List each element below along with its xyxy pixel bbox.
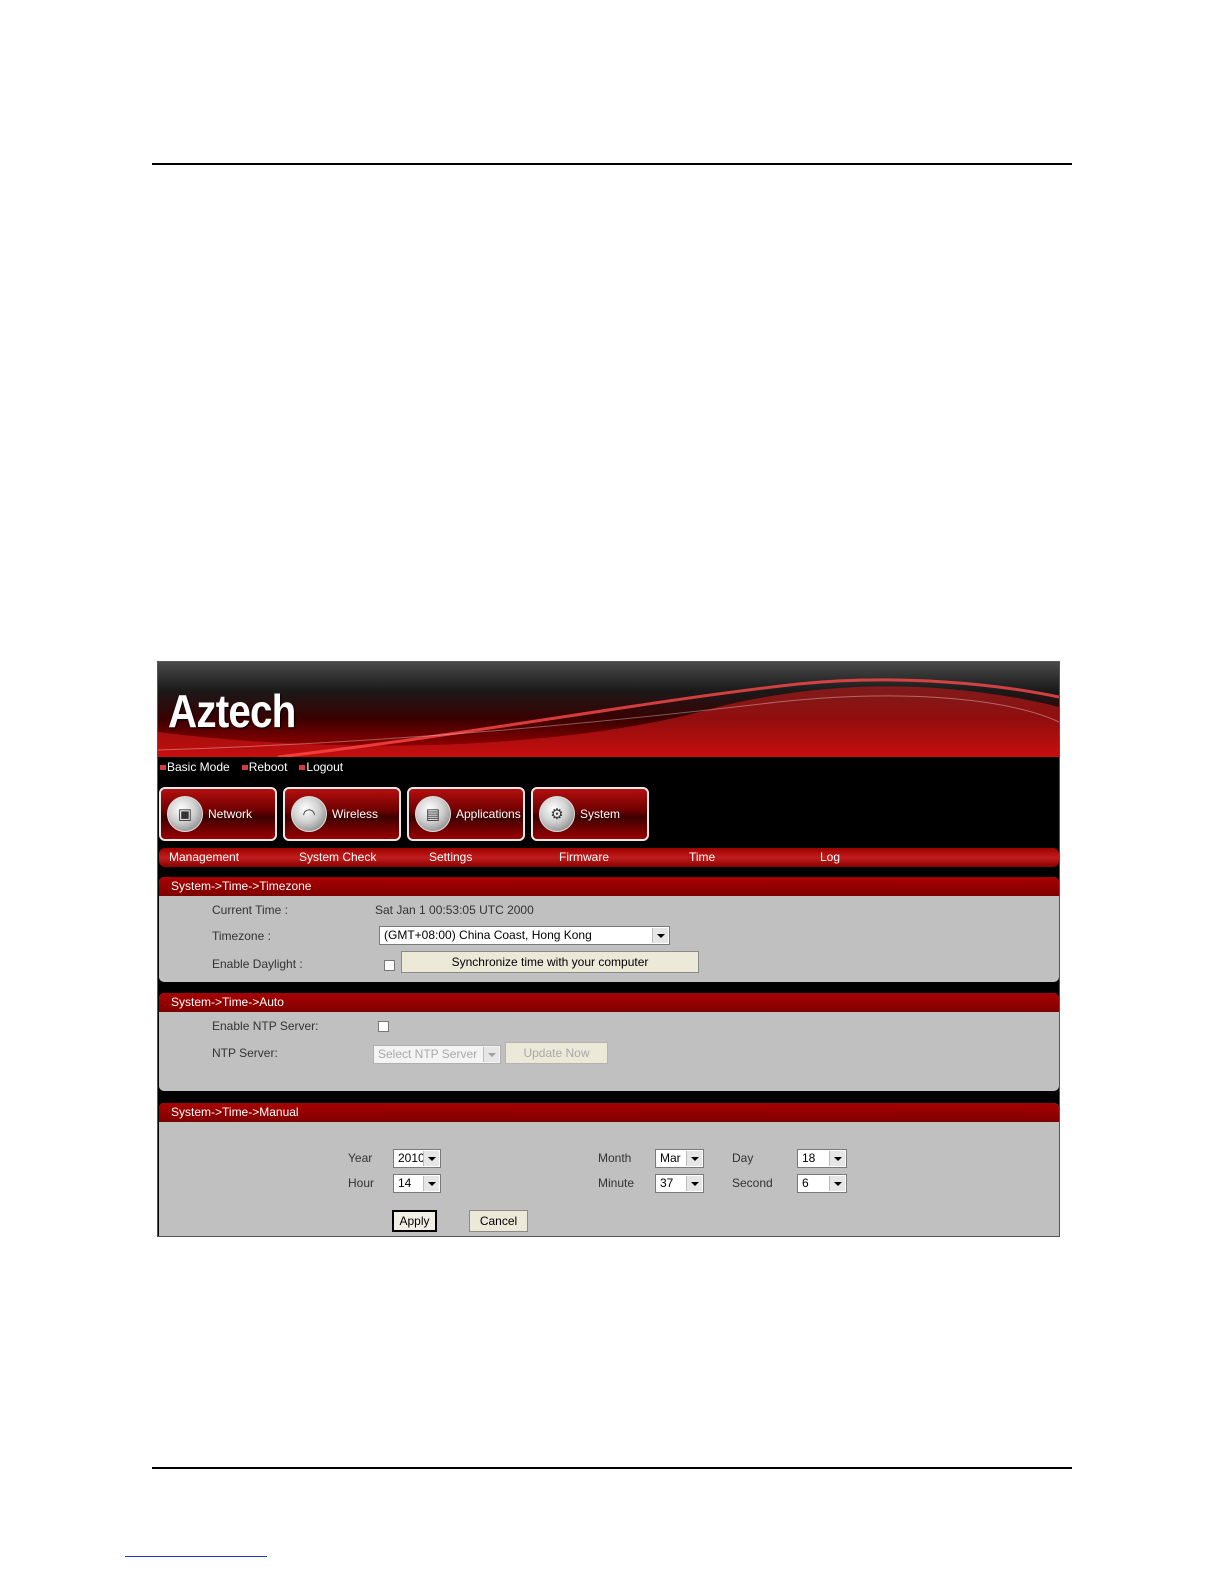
- top-links-bar: Basic Mode Reboot Logout: [160, 757, 343, 777]
- bullet-icon: [241, 764, 248, 770]
- header-banner: Aztech: [158, 662, 1059, 757]
- logout-link[interactable]: Logout: [299, 757, 343, 777]
- reboot-link[interactable]: Reboot: [241, 757, 287, 777]
- enable-daylight-checkbox[interactable]: [384, 960, 395, 971]
- second-label: Second: [732, 1176, 773, 1190]
- manual-section: System->Time->Manual Year 2010 Month Mar…: [159, 1103, 1059, 1236]
- auto-section: System->Time->Auto Enable NTP Server: NT…: [159, 993, 1059, 1091]
- hour-select[interactable]: 14: [393, 1174, 441, 1193]
- chevron-down-icon: [483, 1047, 499, 1062]
- chevron-down-icon: [829, 1151, 845, 1166]
- timezone-select[interactable]: (GMT+08:00) China Coast, Hong Kong: [379, 926, 670, 945]
- network-icon: ▣: [167, 796, 203, 832]
- chevron-down-icon: [652, 928, 668, 943]
- subnav-time[interactable]: Time: [689, 850, 715, 864]
- main-nav: ▣ Network ◠ Wireless ▤ Applications ⚙ Sy…: [159, 787, 649, 841]
- apply-button[interactable]: Apply: [392, 1210, 437, 1232]
- bullet-icon: [299, 764, 306, 770]
- cancel-button[interactable]: Cancel: [469, 1210, 528, 1232]
- nav-system-button[interactable]: ⚙ System: [531, 787, 649, 841]
- second-select[interactable]: 6: [797, 1174, 847, 1193]
- basic-mode-link[interactable]: Basic Mode: [160, 757, 230, 777]
- day-select[interactable]: 18: [797, 1149, 847, 1168]
- page-bottom-rule: [152, 1467, 1072, 1469]
- nav-wireless-button[interactable]: ◠ Wireless: [283, 787, 401, 841]
- router-admin-screenshot: Aztech Basic Mode Reboot Logout ▣ Networ…: [157, 661, 1060, 1237]
- chevron-down-icon: [829, 1176, 845, 1191]
- sub-nav: Management System Check Settings Firmwar…: [159, 848, 1059, 867]
- auto-section-title: System->Time->Auto: [159, 993, 1059, 1012]
- month-label: Month: [598, 1151, 632, 1165]
- hour-label: Hour: [348, 1176, 375, 1190]
- day-label: Day: [732, 1151, 754, 1165]
- applications-icon: ▤: [415, 796, 451, 832]
- enable-ntp-label: Enable NTP Server:: [212, 1019, 319, 1033]
- timezone-label: Timezone :: [212, 929, 271, 943]
- subnav-settings[interactable]: Settings: [429, 850, 472, 864]
- nav-applications-button[interactable]: ▤ Applications: [407, 787, 525, 841]
- minute-select[interactable]: 37: [655, 1174, 704, 1193]
- subnav-firmware[interactable]: Firmware: [559, 850, 609, 864]
- system-icon: ⚙: [539, 796, 575, 832]
- manual-section-title: System->Time->Manual: [159, 1103, 1059, 1122]
- subnav-system-check[interactable]: System Check: [299, 850, 376, 864]
- timezone-section-title: System->Time->Timezone: [159, 877, 1059, 896]
- wireless-icon: ◠: [291, 796, 327, 832]
- chevron-down-icon: [686, 1151, 702, 1166]
- minute-label: Minute: [598, 1176, 635, 1190]
- enable-daylight-label: Enable Daylight :: [212, 957, 303, 971]
- synchronize-time-button[interactable]: Synchronize time with your computer: [401, 951, 699, 973]
- footer-link-underline: [125, 1556, 267, 1557]
- chevron-down-icon: [423, 1151, 439, 1166]
- enable-ntp-checkbox[interactable]: [378, 1021, 389, 1032]
- ntp-server-label: NTP Server:: [212, 1046, 278, 1060]
- current-time-value: Sat Jan 1 00:53:05 UTC 2000: [375, 903, 534, 917]
- subnav-log[interactable]: Log: [820, 850, 840, 864]
- bullet-icon: [160, 764, 166, 770]
- year-label: Year: [348, 1151, 373, 1165]
- current-time-label: Current Time :: [212, 903, 289, 917]
- timezone-section: System->Time->Timezone Current Time : Sa…: [159, 877, 1059, 982]
- subnav-management[interactable]: Management: [169, 850, 239, 864]
- month-select[interactable]: Mar: [655, 1149, 704, 1168]
- ntp-server-select[interactable]: Select NTP Server: [373, 1045, 501, 1064]
- page-top-rule: [152, 163, 1072, 165]
- aztech-logo: Aztech: [168, 685, 296, 737]
- year-select[interactable]: 2010: [393, 1149, 441, 1168]
- nav-network-button[interactable]: ▣ Network: [159, 787, 277, 841]
- update-now-button[interactable]: Update Now: [505, 1042, 608, 1064]
- chevron-down-icon: [686, 1176, 702, 1191]
- chevron-down-icon: [423, 1176, 439, 1191]
